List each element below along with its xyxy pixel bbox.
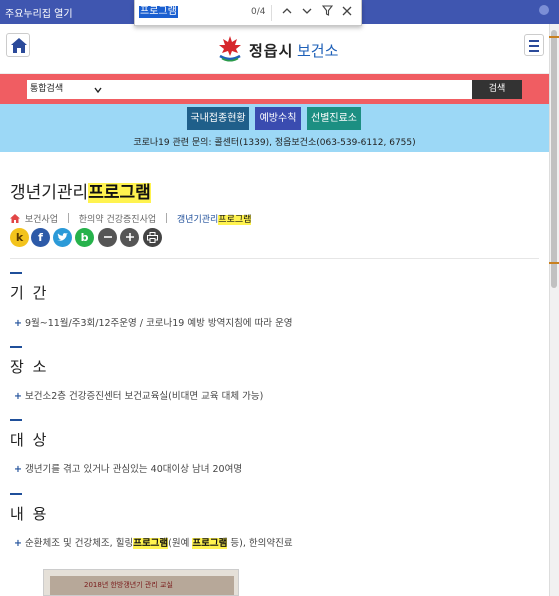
section-title-target: 대 상	[10, 431, 49, 449]
find-separator	[271, 5, 272, 21]
page-title: 갱년기관리프로그램	[10, 178, 151, 203]
search-scope-select[interactable]: 통합검색	[27, 80, 107, 99]
section-text-place: + 보건소2층 건강증진센터 보건교육실(비대면 교육 대체 가능)	[14, 388, 263, 402]
kakaostory-share-icon[interactable]: k	[10, 228, 29, 247]
section-text-period: +9월~11월/주3회/12주운영 / 코로나19 예방 방역지침에 따라 운영	[14, 315, 293, 329]
maple-leaf-logo-icon	[219, 36, 241, 62]
section-title-content: 내 용	[10, 505, 49, 523]
site-logo[interactable]: 정읍시 보건소	[216, 34, 346, 64]
content-text-e: 등), 한의약진료	[227, 538, 293, 549]
search-input[interactable]	[107, 80, 472, 99]
period-text: 9월~11월/주3회/12주운영 / 코로나19 예방 방역지침에 따라 운영	[24, 318, 293, 329]
breadcrumb-separator	[166, 213, 168, 223]
content-divider	[10, 258, 539, 259]
twitter-share-icon[interactable]	[53, 228, 72, 247]
place-text: 보건소2층 건강증진센터 보건교육실(비대면 교육 대체 가능)	[24, 391, 264, 402]
band-share-icon[interactable]: b	[75, 228, 94, 247]
content-highlight-1: 프로그램	[133, 538, 169, 549]
plus-bullet-icon: +	[14, 538, 22, 549]
find-query-input[interactable]: 프로그램	[139, 6, 178, 18]
site-header: 정읍시 보건소	[0, 24, 549, 74]
section-marker	[10, 346, 22, 348]
breadcrumb-current: 갱년기관리프로그램	[177, 215, 252, 225]
close-icon[interactable]	[339, 4, 355, 20]
search-scope-value: 통합검색	[30, 84, 64, 94]
zoom-out-icon[interactable]	[98, 228, 117, 247]
section-text-content: + 순환체조 및 건강체조, 힐링프로그램(원예 프로그램 등), 한의약진료	[14, 535, 293, 549]
section-marker	[10, 419, 22, 421]
search-band: 통합검색 검색	[0, 74, 549, 104]
content-text-c: (원예	[168, 538, 193, 549]
scrollbar-thumb[interactable]	[551, 30, 557, 288]
page-title-highlight: 프로그램	[88, 183, 151, 203]
home-button[interactable]	[6, 33, 30, 57]
print-icon[interactable]	[143, 228, 162, 247]
hamburger-icon	[529, 40, 539, 42]
find-match-count: 0/4	[251, 7, 266, 17]
section-title-period: 기 간	[10, 284, 49, 302]
chevron-up-icon[interactable]	[279, 4, 295, 20]
screening-clinic-button[interactable]: 선별진료소	[307, 107, 361, 130]
window-indicator-icon	[539, 5, 549, 15]
covid-info-band: 국내접종현황 예방수칙 선별진료소 코로나19 관련 문의: 콜센터(1339)…	[0, 104, 549, 152]
facebook-share-icon[interactable]: f	[31, 228, 50, 247]
plus-bullet-icon: +	[14, 391, 22, 402]
vaccination-status-button[interactable]: 국내접종현황	[187, 107, 249, 130]
plus-bullet-icon: +	[14, 318, 22, 329]
breadcrumb-separator	[67, 213, 69, 223]
zoom-in-icon[interactable]	[120, 228, 139, 247]
section-title-place: 장 소	[10, 358, 49, 376]
quick-links-toggle[interactable]: 주요누리집 열기	[5, 5, 73, 20]
menu-button[interactable]	[524, 34, 544, 56]
breadcrumb-item[interactable]: 보건사업	[25, 215, 58, 225]
filter-icon[interactable]	[319, 4, 335, 20]
breadcrumb-current-highlight: 프로그램	[218, 215, 252, 225]
breadcrumb-current-prefix: 갱년기관리	[176, 215, 219, 225]
search-button[interactable]: 검색	[472, 80, 522, 99]
page-title-prefix: 갱년기관리	[10, 183, 89, 203]
scrollbar-match-marker	[549, 262, 559, 264]
chevron-down-icon[interactable]	[299, 4, 315, 20]
section-marker	[10, 272, 22, 274]
chevron-down-icon	[94, 80, 102, 102]
content-highlight-2: 프로그램	[192, 538, 228, 549]
section-text-target: + 갱년기를 겪고 있거나 관심있는 40대이상 남녀 20여명	[14, 461, 242, 475]
breadcrumb-item[interactable]: 한의약 건강증진사업	[79, 215, 156, 225]
logo-org-text: 보건소	[297, 42, 339, 60]
hamburger-icon-line	[529, 45, 539, 47]
breadcrumb: 보건사업 한의약 건강증진사업 갱년기관리프로그램	[10, 212, 252, 225]
home-icon[interactable]	[10, 214, 20, 223]
covid-contact-text: 코로나19 관련 문의: 콜센터(1339), 정읍보건소(063-539-61…	[133, 138, 416, 148]
logo-city-text: 정읍시	[249, 42, 294, 60]
prevention-rules-button[interactable]: 예방수칙	[255, 107, 301, 130]
section-marker	[10, 493, 22, 495]
target-text: 갱년기를 겪고 있거나 관심있는 40대이상 남녀 20여명	[24, 464, 243, 475]
scrollbar-match-marker	[549, 36, 559, 38]
content-text-a: 순환체조 및 건강체조, 힐링	[24, 538, 134, 549]
photo-caption: 2018년 한방갱년기 관리 교실	[84, 581, 173, 589]
find-bar: 프로그램 0/4	[134, 0, 362, 26]
hamburger-icon-line	[529, 50, 539, 52]
plus-bullet-icon: +	[14, 464, 22, 475]
program-photo: 2018년 한방갱년기 관리 교실	[43, 569, 239, 596]
home-icon	[11, 38, 27, 53]
